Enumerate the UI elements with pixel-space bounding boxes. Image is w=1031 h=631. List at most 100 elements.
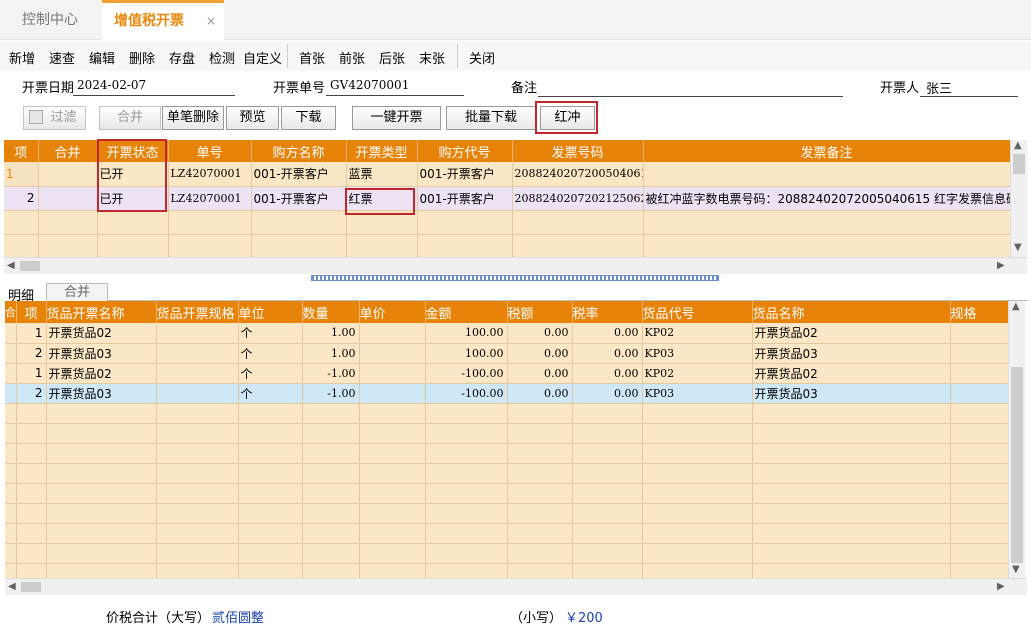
toolbar-new[interactable]: 新增 xyxy=(9,48,35,67)
pane-splitter[interactable] xyxy=(311,275,719,281)
table-row-empty xyxy=(5,463,1009,484)
col-header-tax-rate[interactable]: 税率 xyxy=(572,301,643,323)
col-header-buyer-name[interactable]: 购方名称 xyxy=(251,140,347,162)
scroll-thumb[interactable] xyxy=(1011,367,1023,563)
filter-button[interactable]: 过滤 xyxy=(23,106,86,130)
red-flush-button[interactable]: 红冲 xyxy=(540,106,595,130)
tab-vat-invoice[interactable]: 增值税开票 × xyxy=(102,0,224,40)
col-header-quantity[interactable]: 数量 xyxy=(302,301,360,323)
col-header-buyer-code[interactable]: 购方代号 xyxy=(417,140,513,162)
col-header-goods-code[interactable]: 货品代号 xyxy=(642,301,753,323)
toolbar-separator xyxy=(287,44,288,68)
scroll-up-icon[interactable]: ▲ xyxy=(1014,140,1022,151)
col-header-spec[interactable]: 规格 xyxy=(950,301,1009,323)
col-header-amount[interactable]: 金额 xyxy=(425,301,508,323)
cell-status: 已开 xyxy=(97,186,169,211)
col-header-goods-invoice-spec[interactable]: 货品开票规格 xyxy=(156,301,239,323)
scroll-left-icon[interactable]: ◀ xyxy=(7,260,15,271)
col-header-item[interactable]: 项 xyxy=(4,140,39,162)
table-row[interactable]: 2 已开 LZ42070001 001-开票客户 红票 001-开票客户 208… xyxy=(4,186,1011,211)
cell-tax-rate: 0.00 xyxy=(572,323,643,344)
toolbar-close[interactable]: 关闭 xyxy=(469,48,495,67)
invoice-table-vscroll[interactable]: ▲ ▼ xyxy=(1010,140,1027,257)
remark-label: 备注 xyxy=(511,81,538,96)
toolbar-quick-search[interactable]: 速查 xyxy=(49,48,75,67)
col-header-unit[interactable]: 单位 xyxy=(238,301,303,323)
col-header-invoice-no[interactable]: 发票号码 xyxy=(512,140,644,162)
scroll-left-icon[interactable]: ◀ xyxy=(8,581,16,592)
table-row[interactable]: 2 开票货品03 个 -1.00 -100.00 0.00 0.00 KP03 开票货品03 xyxy=(5,383,1009,404)
table-row[interactable]: 1 开票货品02 个 1.00 100.00 0.00 0.00 KP02 开票货品02 xyxy=(5,323,1009,344)
scroll-down-icon[interactable]: ▼ xyxy=(1014,242,1022,253)
cell-tax-rate: 0.00 xyxy=(572,343,643,364)
delete-single-button[interactable]: 单笔删除 xyxy=(162,106,224,130)
cell-invoice-type: 红票 xyxy=(346,186,418,211)
table-row[interactable]: 1 开票货品02 个 -1.00 -100.00 0.00 0.00 KP02 开票货品02 xyxy=(5,363,1009,384)
col-header-invoice-remark[interactable]: 发票备注 xyxy=(643,140,1011,162)
issuer-field[interactable]: 张三 xyxy=(926,78,952,97)
cell-combine xyxy=(5,363,17,384)
cell-tax: 0.00 xyxy=(507,323,573,344)
invoice-date-field[interactable]: 2024-02-07 xyxy=(77,78,146,92)
cell-goods-invoice-name: 开票货品02 xyxy=(46,323,157,344)
col-header-tax[interactable]: 税额 xyxy=(507,301,573,323)
toolbar-last[interactable]: 末张 xyxy=(419,48,445,67)
col-header-combine[interactable]: 合 xyxy=(5,301,17,323)
cell-unit: 个 xyxy=(238,383,303,404)
scroll-thumb[interactable] xyxy=(1013,154,1025,174)
scroll-right-icon[interactable]: ▶ xyxy=(997,581,1005,592)
table-row-empty xyxy=(5,483,1009,504)
cell-goods-invoice-name: 开票货品03 xyxy=(46,343,157,364)
issue-all-button[interactable]: 一键开票 xyxy=(352,106,441,130)
cell-invoice-no: 20882402072021250620 xyxy=(512,186,644,211)
col-header-invoice-type[interactable]: 开票类型 xyxy=(346,140,418,162)
cell-spec xyxy=(950,323,1009,344)
tab-merge[interactable]: 合并 xyxy=(46,283,108,301)
cell-goods-name: 开票货品03 xyxy=(752,383,951,404)
toolbar-save[interactable]: 存盘 xyxy=(169,48,195,67)
detail-table-hscroll[interactable]: ◀ ▶ xyxy=(5,578,1027,595)
col-header-goods-name[interactable]: 货品名称 xyxy=(752,301,951,323)
download-button[interactable]: 下载 xyxy=(281,106,336,130)
col-header-status[interactable]: 开票状态 xyxy=(97,140,169,162)
scroll-thumb[interactable] xyxy=(20,261,40,271)
col-header-goods-invoice-name[interactable]: 货品开票名称 xyxy=(46,301,157,323)
invoice-date-label: 开票日期 xyxy=(22,81,75,96)
preview-button[interactable]: 预览 xyxy=(226,106,279,130)
cell-goods-name: 开票货品02 xyxy=(752,323,951,344)
toolbar-first[interactable]: 首张 xyxy=(299,48,325,67)
scroll-thumb[interactable] xyxy=(21,582,41,592)
table-row[interactable]: 2 开票货品03 个 1.00 100.00 0.00 0.00 KP03 开票货品03 xyxy=(5,343,1009,364)
table-row[interactable]: 1 已开 LZ42070001 001-开票客户 蓝票 001-开票客户 208… xyxy=(4,162,1011,187)
cell-unit-price xyxy=(359,323,426,344)
batch-download-button[interactable]: 批量下载 xyxy=(446,106,536,130)
cell-goods-invoice-name: 开票货品03 xyxy=(46,383,157,404)
toolbar-delete[interactable]: 删除 xyxy=(129,48,155,67)
detail-table: 合 项 货品开票名称 货品开票规格 单位 数量 单价 金额 税额 税率 货品代号… xyxy=(5,301,1009,584)
toolbar-next[interactable]: 后张 xyxy=(379,48,405,67)
scroll-up-icon[interactable]: ▲ xyxy=(1012,301,1020,312)
col-header-order-no[interactable]: 单号 xyxy=(168,140,252,162)
scroll-down-icon[interactable]: ▼ xyxy=(1012,564,1020,575)
detail-table-vscroll[interactable]: ▲ ▼ xyxy=(1008,301,1025,578)
tab-control-center[interactable]: 控制中心 xyxy=(22,0,78,40)
invoice-number-field[interactable]: GV42070001 xyxy=(330,78,409,92)
close-icon[interactable]: × xyxy=(206,3,216,39)
invoice-table-hscroll[interactable]: ◀ ▶ xyxy=(4,257,1027,274)
cell-amount: -100.00 xyxy=(425,383,508,404)
toolbar-check[interactable]: 检测 xyxy=(209,48,235,67)
merge-button[interactable]: 合并 xyxy=(99,106,161,130)
col-header-unit-price[interactable]: 单价 xyxy=(359,301,426,323)
toolbar-edit[interactable]: 编辑 xyxy=(89,48,115,67)
cell-unit-price xyxy=(359,343,426,364)
cell-item: 1 xyxy=(16,323,47,344)
table-row-empty xyxy=(5,503,1009,524)
scroll-right-icon[interactable]: ▶ xyxy=(997,260,1005,271)
toolbar-prev[interactable]: 前张 xyxy=(339,48,365,67)
cell-item: 1 xyxy=(4,162,39,187)
col-header-merge[interactable]: 合并 xyxy=(38,140,98,162)
col-header-item[interactable]: 项 xyxy=(16,301,47,323)
cell-invoice-remark xyxy=(643,162,1011,187)
cell-buyer-name: 001-开票客户 xyxy=(251,162,347,187)
toolbar-customize[interactable]: 自定义 xyxy=(243,48,282,67)
